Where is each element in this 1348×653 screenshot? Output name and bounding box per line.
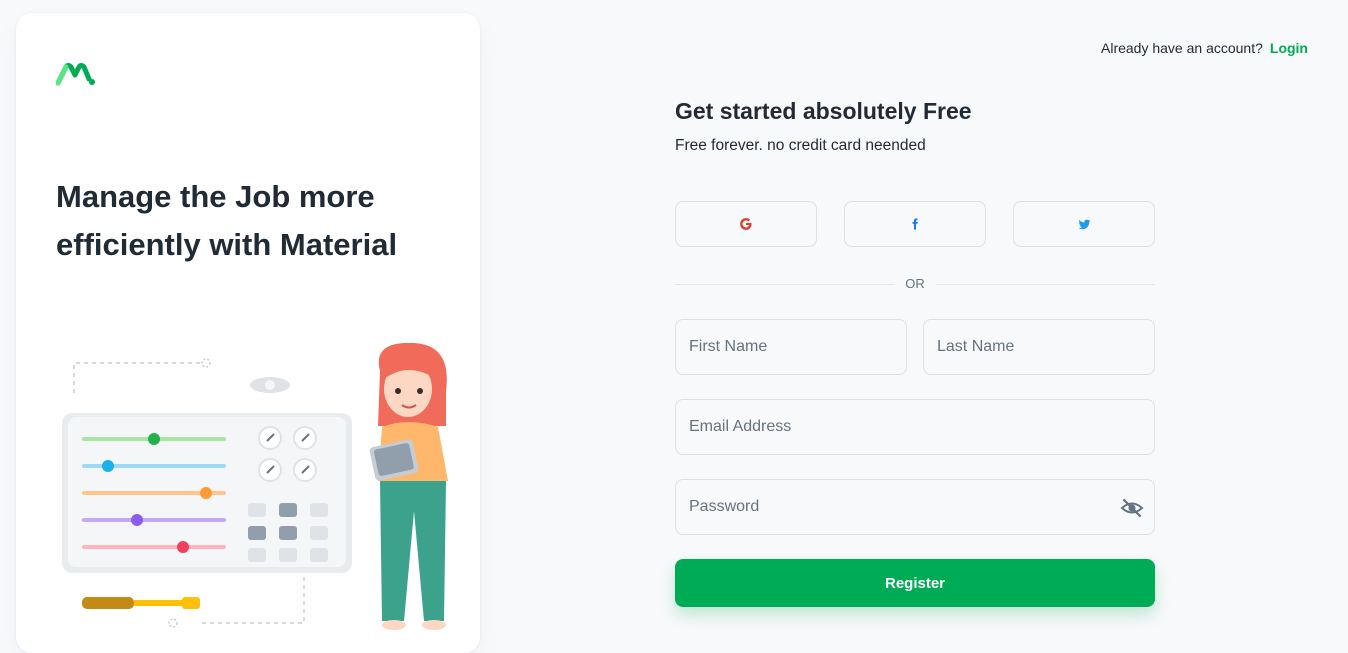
illustration-image <box>62 342 448 630</box>
logo-icon[interactable] <box>56 61 96 87</box>
social-login-row <box>675 201 1155 247</box>
password-field <box>675 479 1155 535</box>
email-field <box>675 399 1155 455</box>
twitter-login-button[interactable] <box>1013 201 1155 247</box>
register-form: Get started absolutely Free Free forever… <box>675 92 1155 607</box>
form-title: Get started absolutely Free <box>675 98 972 124</box>
or-divider: OR <box>675 276 1155 292</box>
character-figure <box>369 342 448 630</box>
register-button[interactable]: Register <box>675 559 1155 607</box>
twitter-icon <box>1078 219 1090 229</box>
email-input[interactable] <box>676 418 1154 436</box>
form-subtitle: Free forever. no credit card neended <box>675 137 926 154</box>
login-prompt-text: Already have an account? <box>1101 40 1263 56</box>
first-name-field <box>675 319 907 375</box>
eye-off-icon[interactable] <box>1120 496 1144 520</box>
left-panel: Manage the Job more efficiently with Mat… <box>16 13 480 653</box>
login-prompt: Already have an account? Login <box>1101 40 1308 56</box>
gear-icon <box>250 377 290 393</box>
last-name-input[interactable] <box>924 338 1154 356</box>
hero-heading: Manage the Job more efficiently with Mat… <box>56 179 398 262</box>
google-login-button[interactable] <box>675 201 817 247</box>
facebook-login-button[interactable] <box>844 201 986 247</box>
login-link[interactable]: Login <box>1270 40 1308 56</box>
password-input[interactable] <box>676 498 1154 516</box>
google-icon <box>740 218 752 230</box>
first-name-input[interactable] <box>676 338 906 356</box>
last-name-field <box>923 319 1155 375</box>
facebook-icon <box>912 218 918 230</box>
